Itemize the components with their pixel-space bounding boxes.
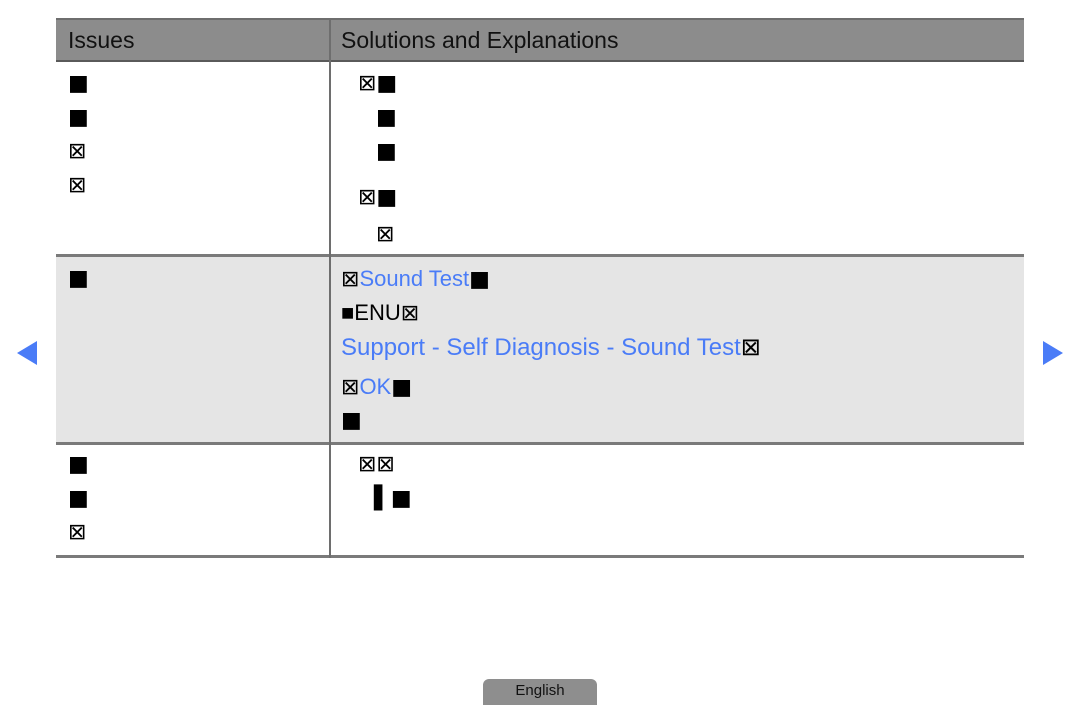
glyph: ⊠ bbox=[341, 267, 360, 292]
issue-text: ■ bbox=[68, 105, 89, 130]
issue-text: ⊠ bbox=[68, 173, 87, 198]
language-tab[interactable]: English bbox=[483, 679, 597, 705]
solution-text: ■ bbox=[376, 139, 397, 164]
glyph: ⊠ bbox=[740, 333, 761, 361]
menu-text: ■ENU⊠ bbox=[341, 300, 420, 325]
header-solutions: Solutions and Explanations bbox=[341, 26, 619, 53]
solution-text: ■ bbox=[341, 408, 362, 433]
issue-text: ■ bbox=[68, 452, 89, 477]
solution-text: ⊠■ bbox=[358, 185, 398, 210]
table-row: ■ ■ ⊠ ⊠⊠ ▌■ bbox=[56, 445, 1024, 558]
next-page-arrow-icon[interactable] bbox=[1043, 341, 1063, 365]
solution-text: ▌■ bbox=[374, 486, 412, 511]
solution-text: ■ bbox=[376, 105, 397, 130]
glyph: ⊠ bbox=[341, 375, 360, 400]
solution-text: ⊠■ bbox=[358, 71, 398, 96]
issue-text: ⊠ bbox=[68, 139, 87, 164]
solution-text: ⊠⊠ bbox=[358, 452, 395, 477]
menu-path-link[interactable]: Support - Self Diagnosis - Sound Test bbox=[341, 334, 741, 361]
issue-text: ⊠ bbox=[68, 520, 87, 545]
header-issues: Issues bbox=[68, 26, 135, 53]
glyph: ■ bbox=[469, 267, 490, 292]
solution-line: Support - Self Diagnosis - Sound Test⊠ bbox=[341, 335, 761, 360]
solution-line: ⊠Sound Test■ bbox=[341, 267, 490, 292]
previous-page-arrow-icon[interactable] bbox=[17, 341, 37, 365]
issue-text: ■ bbox=[68, 71, 89, 96]
ok-link[interactable]: OK bbox=[359, 374, 391, 399]
issue-text: ■ bbox=[68, 266, 89, 291]
table-row: ■ ⊠Sound Test■ ■ENU⊠ Support - Self Diag… bbox=[56, 257, 1024, 445]
glyph: ■ bbox=[391, 375, 413, 400]
solution-line: ■ENU⊠ bbox=[341, 301, 419, 325]
solution-text: ⊠ bbox=[376, 222, 395, 247]
issue-text: ■ bbox=[68, 486, 89, 511]
table-header: Issues Solutions and Explanations bbox=[56, 18, 1024, 62]
column-divider bbox=[329, 18, 331, 558]
table-row: ■ ■ ⊠ ⊠ ⊠■ ■ ■ ⊠■ ⊠ bbox=[56, 62, 1024, 257]
solution-line: ⊠OK■ bbox=[341, 375, 412, 400]
sound-test-link[interactable]: Sound Test bbox=[359, 266, 469, 291]
